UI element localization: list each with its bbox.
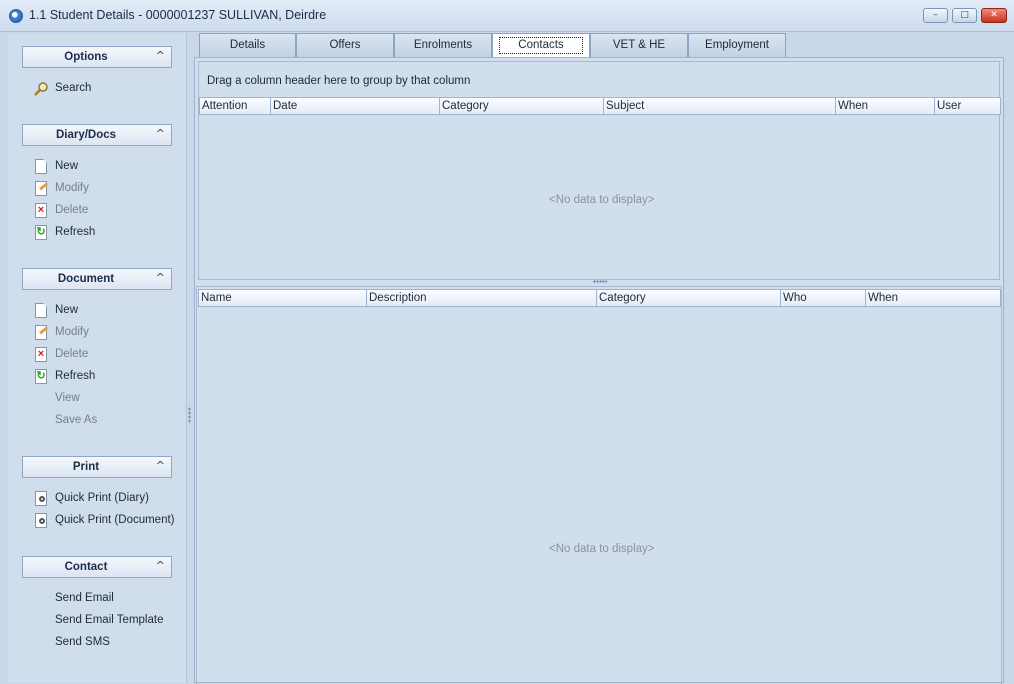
diary-grid: Drag a column header here to group by th…	[198, 61, 1001, 280]
grid-splitter[interactable]	[593, 280, 607, 283]
collapse-chevron-icon[interactable]: ^	[156, 49, 165, 62]
group-title: Diary/Docs	[55, 129, 117, 141]
tab-offers[interactable]: Offers	[296, 33, 394, 57]
documents-grid: Name Description Category Who When <No d…	[196, 286, 1002, 684]
diary-grid-header: Attention Date Category Subject When Use…	[199, 97, 1001, 115]
column-header-date[interactable]: Date	[271, 98, 440, 114]
send-sms-action[interactable]: Send SMS	[31, 634, 171, 652]
minimize-button[interactable]: –	[923, 8, 948, 23]
column-header-user[interactable]: User	[935, 98, 1000, 114]
documents-grid-header: Name Description Category Who When	[198, 289, 1001, 307]
title-bar: 1.1 Student Details - 0000001237 SULLIVA…	[0, 0, 1014, 32]
column-header-when[interactable]: When	[866, 290, 1000, 306]
contacts-panel: Drag a column header here to group by th…	[194, 57, 1004, 684]
tab-vet-he[interactable]: VET & HE	[590, 33, 688, 57]
column-header-who[interactable]: Who	[781, 290, 866, 306]
document-view-action[interactable]: View	[31, 390, 171, 408]
sidebar-splitter[interactable]	[188, 407, 191, 423]
new-document-icon	[35, 303, 47, 318]
send-email-action[interactable]: Send Email	[31, 590, 171, 608]
new-document-icon	[35, 159, 47, 174]
collapse-chevron-icon[interactable]: ^	[156, 459, 165, 472]
quick-print-document-action[interactable]: Quick Print (Document)	[31, 512, 175, 530]
group-title: Options	[64, 51, 108, 63]
tab-details[interactable]: Details	[199, 33, 296, 57]
tab-enrolments[interactable]: Enrolments	[394, 33, 492, 57]
refresh-icon: ↻	[35, 369, 47, 384]
column-header-subject[interactable]: Subject	[604, 98, 836, 114]
column-header-category[interactable]: Category	[440, 98, 604, 114]
group-header-print[interactable]: Print ^	[22, 456, 172, 478]
group-header-options[interactable]: Options ^	[22, 46, 172, 68]
app-icon	[9, 9, 23, 23]
diary-modify-action[interactable]: Modify	[31, 180, 171, 198]
close-button[interactable]: ✕	[981, 8, 1007, 23]
empty-state-text: <No data to display>	[549, 194, 655, 206]
diary-delete-action[interactable]: × Delete	[31, 202, 171, 220]
column-header-attention[interactable]: Attention	[200, 98, 271, 114]
document-modify-action[interactable]: Modify	[31, 324, 171, 342]
modify-document-icon	[35, 181, 47, 196]
document-refresh-action[interactable]: ↻ Refresh	[31, 368, 171, 386]
quick-print-diary-action[interactable]: Quick Print (Diary)	[31, 490, 171, 508]
search-icon	[33, 81, 49, 97]
print-preview-icon	[35, 513, 47, 528]
window-title: 1.1 Student Details - 0000001237 SULLIVA…	[29, 8, 327, 22]
document-new-action[interactable]: New	[31, 302, 171, 320]
column-header-category[interactable]: Category	[597, 290, 781, 306]
group-by-hint: Drag a column header here to group by th…	[207, 75, 471, 87]
sidebar: Options ^ Search Diary/Docs ^ New Modify…	[8, 33, 187, 683]
column-header-when[interactable]: When	[836, 98, 935, 114]
refresh-icon: ↻	[35, 225, 47, 240]
search-action[interactable]: Search	[31, 80, 171, 98]
group-header-document[interactable]: Document ^	[22, 268, 172, 290]
document-save-as-action[interactable]: Save As	[31, 412, 171, 430]
delete-icon: ×	[35, 347, 47, 362]
empty-state-text: <No data to display>	[549, 543, 655, 555]
column-header-description[interactable]: Description	[367, 290, 597, 306]
collapse-chevron-icon[interactable]: ^	[156, 127, 165, 140]
print-preview-icon	[35, 491, 47, 506]
column-header-name[interactable]: Name	[199, 290, 367, 306]
group-title: Print	[72, 461, 100, 473]
collapse-chevron-icon[interactable]: ^	[156, 271, 165, 284]
maximize-button[interactable]: □	[952, 8, 977, 23]
modify-document-icon	[35, 325, 47, 340]
diary-refresh-action[interactable]: ↻ Refresh	[31, 224, 171, 242]
send-email-template-action[interactable]: Send Email Template	[31, 612, 171, 630]
group-header-diary-docs[interactable]: Diary/Docs ^	[22, 124, 172, 146]
group-header-contact[interactable]: Contact ^	[22, 556, 172, 578]
group-title: Contact	[64, 561, 108, 573]
collapse-chevron-icon[interactable]: ^	[156, 559, 165, 572]
tab-contacts[interactable]: Contacts	[492, 33, 590, 58]
document-delete-action[interactable]: × Delete	[31, 346, 171, 364]
tab-employment[interactable]: Employment	[688, 33, 786, 57]
diary-new-action[interactable]: New	[31, 158, 171, 176]
delete-icon: ×	[35, 203, 47, 218]
group-title: Document	[57, 273, 115, 285]
